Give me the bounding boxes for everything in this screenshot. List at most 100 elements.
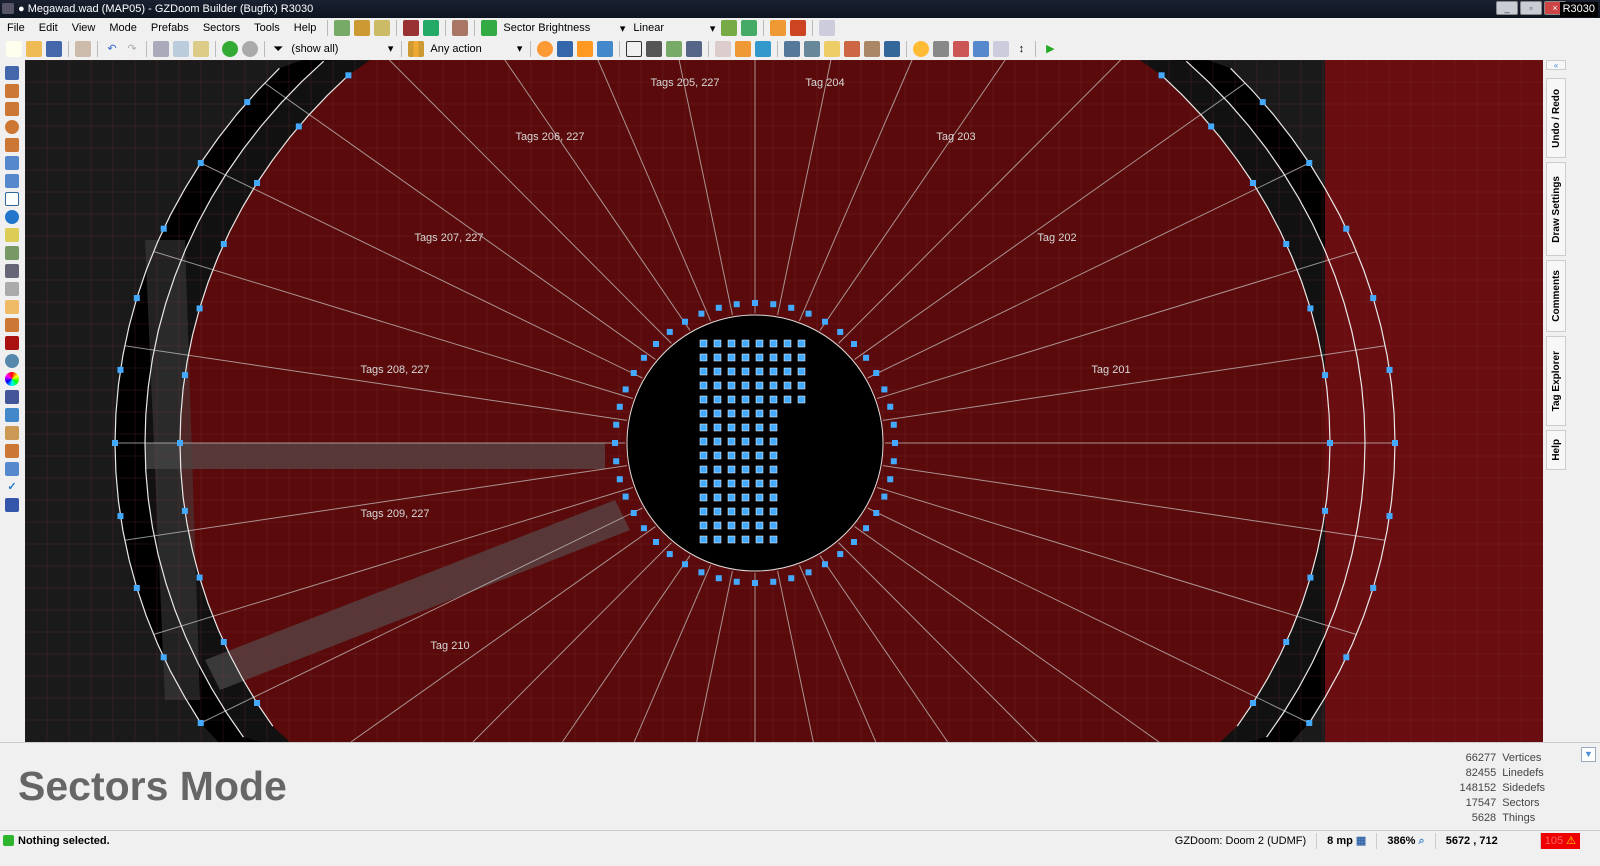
map-view[interactable]: Tags 205, 227 Tag 204 Tags 206, 227 Tag 203… <box>25 60 1543 742</box>
vertices-mode-icon[interactable] <box>5 156 19 170</box>
game-configuration[interactable]: GZDoom: Doom 2 (UDMF) <box>1165 833 1316 849</box>
texture-browser-icon[interactable] <box>452 20 469 36</box>
grid-toggle-icon[interactable] <box>770 20 787 36</box>
collapse-info-panel-button[interactable]: ▼ <box>1581 747 1596 762</box>
cut-icon[interactable] <box>153 40 169 57</box>
menu-edit[interactable]: Edit <box>32 22 65 34</box>
bridge-icon[interactable] <box>5 426 19 440</box>
menu-view[interactable]: View <box>65 22 103 34</box>
maximize-button[interactable]: ▫ <box>1520 1 1542 15</box>
redo-icon[interactable]: ↷ <box>124 41 140 57</box>
zoom-fit-icon[interactable] <box>597 40 614 57</box>
tab-help[interactable]: Help <box>1546 430 1566 470</box>
sound-icon[interactable] <box>864 40 881 57</box>
menu-sectors[interactable]: Sectors <box>196 22 247 34</box>
menu-tools[interactable]: Tools <box>247 22 287 34</box>
arrow-right-icon[interactable] <box>741 20 758 36</box>
view-mode-select[interactable]: Sector Brightness ▾ <box>499 20 629 36</box>
warnings-button[interactable]: 105 ⚠ <box>1539 832 1580 849</box>
things-filter-icon[interactable] <box>222 40 238 57</box>
stair-builder-icon[interactable] <box>5 444 19 458</box>
find-icon[interactable] <box>5 462 19 476</box>
texture-offset-icon[interactable] <box>824 40 841 57</box>
prefab-save-icon[interactable] <box>354 20 371 36</box>
slope-icon[interactable] <box>5 282 19 296</box>
brightness-icon[interactable] <box>537 40 554 57</box>
height-icon[interactable]: ↕ <box>1013 41 1029 57</box>
play-icon[interactable]: ▶ <box>1042 41 1058 57</box>
autoalign-icon[interactable] <box>844 40 861 57</box>
map-analysis-icon[interactable] <box>5 498 19 512</box>
draw-curve-icon[interactable] <box>5 84 19 98</box>
ceiling-align-icon[interactable] <box>5 264 19 278</box>
action-filter-select[interactable]: Any action ▾ <box>426 41 526 57</box>
things-filter-select[interactable]: (show all) ▾ <box>287 41 397 57</box>
draw-rectangle-icon[interactable] <box>5 102 19 116</box>
light-icon[interactable] <box>913 40 930 57</box>
model-icon[interactable] <box>933 40 950 57</box>
grid-size[interactable]: 8 mp ▦ <box>1316 832 1376 849</box>
split-geometry-icon[interactable] <box>735 40 752 57</box>
zoom-level[interactable]: 386% ⌕ <box>1376 832 1434 849</box>
script-editor-icon[interactable] <box>75 40 91 57</box>
draw-ellipse-icon[interactable] <box>5 120 19 134</box>
things-mode-icon[interactable] <box>5 210 19 224</box>
minimize-button[interactable]: _ <box>1496 1 1518 15</box>
vertex <box>1322 372 1329 379</box>
check-map-icon[interactable]: ✓ <box>5 480 19 494</box>
view-brightness-icon[interactable] <box>646 40 663 57</box>
interpolation-select[interactable]: Linear ▾ <box>629 20 719 36</box>
snap-vertex-icon[interactable] <box>804 40 821 57</box>
undo-icon[interactable]: ↶ <box>104 41 120 57</box>
map-test-alt-icon[interactable] <box>423 20 440 36</box>
open-map-icon[interactable] <box>26 40 42 57</box>
sound-environment-icon[interactable] <box>5 318 19 332</box>
tab-draw-settings[interactable]: Draw Settings <box>1546 162 1566 256</box>
menu-help[interactable]: Help <box>287 22 324 34</box>
info-icon[interactable] <box>993 40 1010 57</box>
floor-align-icon[interactable] <box>5 246 19 260</box>
visplane-explorer-icon[interactable] <box>5 336 19 350</box>
view-ceilings-icon[interactable] <box>686 40 703 57</box>
tab-tag-explorer[interactable]: Tag Explorer <box>1546 336 1566 426</box>
docker-pin-icon[interactable]: « <box>1546 60 1566 70</box>
arrow-left-icon[interactable] <box>721 20 738 36</box>
sound-propagation-icon[interactable] <box>5 300 19 314</box>
merge-geometry-icon[interactable] <box>715 40 732 57</box>
map-test-icon[interactable] <box>403 20 420 36</box>
gzdb-icon[interactable] <box>5 354 19 368</box>
color-picker-icon[interactable] <box>5 372 19 386</box>
fog-icon[interactable] <box>953 40 970 57</box>
menu-prefabs[interactable]: Prefabs <box>144 22 196 34</box>
zoom-value: 386% <box>1387 834 1416 847</box>
linedefs-mode-icon[interactable] <box>5 174 19 188</box>
tag-icon[interactable] <box>819 20 836 36</box>
paste-icon[interactable] <box>193 40 209 57</box>
event-lines-icon[interactable] <box>884 40 901 57</box>
grid-icon[interactable] <box>557 40 574 57</box>
draw-lines-icon[interactable] <box>5 66 19 80</box>
prefab-insert-icon[interactable] <box>334 20 351 36</box>
save-map-icon[interactable] <box>46 40 62 57</box>
view-floors-icon[interactable] <box>666 40 683 57</box>
replace-geometry-icon[interactable] <box>755 40 772 57</box>
draw-grid-icon[interactable] <box>5 138 19 152</box>
new-map-icon[interactable] <box>6 40 22 57</box>
view-normal-icon[interactable] <box>626 40 643 57</box>
snap-grid-icon[interactable] <box>784 40 801 57</box>
tab-undo-redo[interactable]: Undo / Redo <box>1546 78 1566 158</box>
prefab-load-icon[interactable] <box>374 20 391 36</box>
copy-icon[interactable] <box>173 40 189 57</box>
menu-mode[interactable]: Mode <box>102 22 144 34</box>
map-canvas[interactable]: Tags 205, 227 Tag 204 Tags 206, 227 Tag 203… <box>25 60 1543 742</box>
vertex-manipulation-icon[interactable] <box>5 408 19 422</box>
things-filter-off-icon[interactable] <box>242 40 258 57</box>
tab-comments[interactable]: Comments <box>1546 260 1566 332</box>
make-sectors-icon[interactable] <box>5 228 19 242</box>
sectors-mode-icon[interactable] <box>5 192 19 206</box>
menu-file[interactable]: File <box>0 22 32 34</box>
fullbright-icon[interactable] <box>790 20 807 36</box>
comment-icon[interactable] <box>577 40 594 57</box>
sky-icon[interactable] <box>973 40 990 57</box>
terrain-icon[interactable] <box>5 390 19 404</box>
